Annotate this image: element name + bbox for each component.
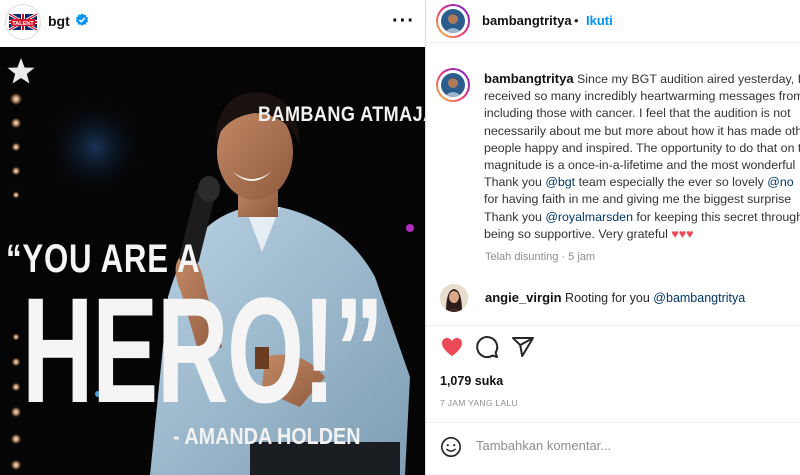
divider xyxy=(426,422,800,423)
caption-text: for keeping this secret throughout xyxy=(636,209,800,224)
post-header: TALENT bgt ··· xyxy=(0,0,425,43)
mention-link-royalmarsden[interactable]: @royalmarsden xyxy=(545,210,633,224)
more-options-icon[interactable]: ··· xyxy=(392,10,415,33)
edited-label: Telah disunting · 5 jam xyxy=(485,251,596,263)
caption-line: including those with cancer. I feel that… xyxy=(484,106,791,121)
quote-attribution: - AMANDA HOLDEN xyxy=(173,423,361,449)
post-details-panel: bambangtritya • Ikuti bambangtritya Sinc… xyxy=(426,0,800,475)
comment-icon[interactable] xyxy=(475,335,499,359)
caption-text: team especially the ever so lovely xyxy=(575,175,768,190)
hearts-emoji: ♥♥♥ xyxy=(671,226,694,241)
likes-count[interactable]: 1,079 suka xyxy=(440,374,503,388)
share-icon[interactable] xyxy=(511,335,535,359)
comment-text: angie_virgin Rooting for you @bambangtri… xyxy=(485,290,745,305)
verified-badge-icon xyxy=(75,13,89,26)
post-account-name[interactable]: bgt xyxy=(48,13,70,29)
header-dot: • xyxy=(574,13,579,28)
post-image: BAMBANG ATMAJA “YOU ARE A HERO!” - AMAND… xyxy=(0,47,425,475)
emoji-icon[interactable] xyxy=(440,436,462,458)
svg-text:TALENT: TALENT xyxy=(12,21,34,27)
caption-line: magnitude is a once-in-a-lifetime and th… xyxy=(484,158,796,173)
bgt-avatar[interactable]: TALENT xyxy=(6,5,40,39)
post-timestamp: 7 JAM YANG LALU xyxy=(440,398,518,408)
author-username[interactable]: bambangtritya xyxy=(482,13,572,28)
add-comment-input[interactable] xyxy=(476,438,776,453)
mention-link-truncated[interactable]: @no xyxy=(767,175,793,189)
caption-text: Thank you xyxy=(484,175,546,190)
caption-line: Since my BGT audition aired yesterday, I xyxy=(573,72,800,86)
caption-avatar[interactable] xyxy=(436,68,470,102)
commenter-username[interactable]: angie_virgin xyxy=(485,290,562,305)
caption-line: necessarily about me but more about how … xyxy=(484,123,800,138)
bgt-logo-icon: TALENT xyxy=(7,6,39,38)
post-media-panel: TALENT bgt ··· BAMBANG ATMAJA “YOU ARE A… xyxy=(0,0,425,475)
caption-text: being so supportive. Very grateful xyxy=(484,226,672,241)
caption-username[interactable]: bambangtritya xyxy=(484,71,574,86)
quote-line-2: HERO!” xyxy=(22,266,384,434)
contestant-name-text: BAMBANG ATMAJA xyxy=(258,103,425,126)
caption-text: Thank you xyxy=(484,209,546,224)
post-caption: bambangtritya Since my BGT audition aire… xyxy=(484,70,800,243)
author-avatar[interactable] xyxy=(436,4,470,38)
author-header: bambangtritya • Ikuti xyxy=(426,0,800,43)
caption-line: for having faith in me and giving me the… xyxy=(484,192,792,207)
mention-link-bgt[interactable]: @bgt xyxy=(545,175,575,189)
comment-body: Rooting for you xyxy=(561,291,654,305)
follow-button[interactable]: Ikuti xyxy=(586,13,613,28)
heart-filled-icon[interactable] xyxy=(440,335,464,359)
caption-line: people happy and inspired. The opportuni… xyxy=(484,140,800,155)
commenter-avatar[interactable] xyxy=(440,284,468,312)
caption-line: received so many incredibly heartwarming… xyxy=(484,89,800,104)
divider xyxy=(426,325,800,326)
comment-mention-link[interactable]: @bambangtritya xyxy=(653,291,745,305)
